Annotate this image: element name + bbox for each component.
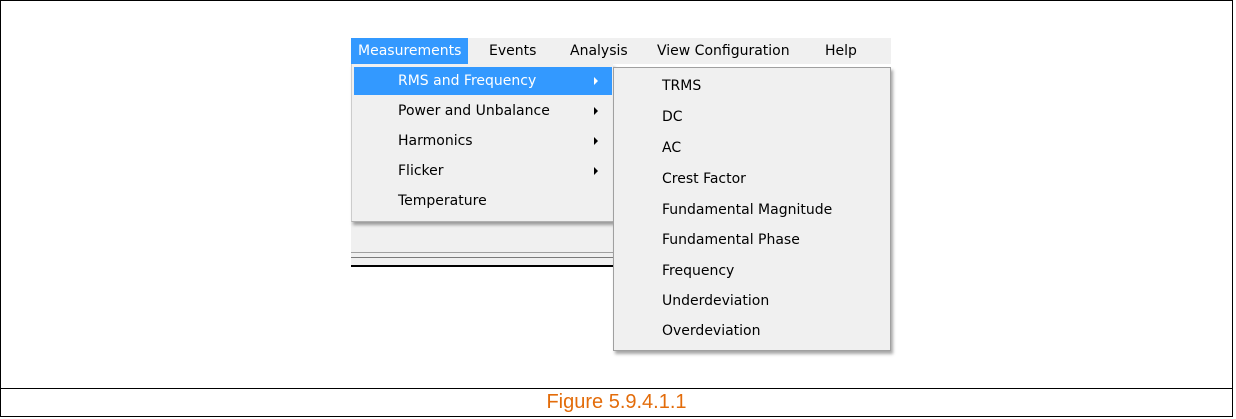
menu-analysis[interactable]: Analysis [563,38,635,64]
submenu-item-dc[interactable]: DC [614,102,890,132]
figure-caption: Figure 5.9.4.1.1 [546,391,687,413]
submenu-item-fundamental-magnitude[interactable]: Fundamental Magnitude [614,195,890,225]
menu-item-power-and-unbalance[interactable]: Power and Unbalance [354,97,612,125]
menu-item-label: Flicker [398,163,444,179]
menu-measurements[interactable]: Measurements [351,38,469,64]
measurements-dropdown: RMS and Frequency Power and Unbalance Ha… [351,64,613,222]
submenu-arrow-icon [594,77,598,85]
menu-item-label: Power and Unbalance [398,103,550,119]
menu-bar: Measurements Events Analysis View Config… [351,38,891,64]
menu-help[interactable]: Help [818,38,864,64]
menu-view-configuration[interactable]: View Configuration [650,38,797,64]
menu-item-flicker[interactable]: Flicker [354,157,612,185]
submenu-item-trms[interactable]: TRMS [614,71,890,101]
submenu-item-ac[interactable]: AC [614,133,890,163]
submenu-item-overdeviation[interactable]: Overdeviation [614,316,890,346]
menu-item-rms-and-frequency[interactable]: RMS and Frequency [354,67,612,95]
menu-item-label: RMS and Frequency [398,73,537,89]
menu-item-label: Harmonics [398,133,473,149]
submenu-arrow-icon [594,167,598,175]
menu-events[interactable]: Events [482,38,543,64]
menu-item-label: Temperature [398,193,487,209]
submenu-arrow-icon [594,137,598,145]
menu-item-harmonics[interactable]: Harmonics [354,127,612,155]
window-separator-strip [351,253,613,267]
submenu-arrow-icon [594,107,598,115]
submenu-item-crest-factor[interactable]: Crest Factor [614,164,890,194]
menu-item-temperature[interactable]: Temperature [354,187,612,215]
rms-and-frequency-submenu: TRMS DC AC Crest Factor Fundamental Magn… [613,67,891,351]
submenu-item-fundamental-phase[interactable]: Fundamental Phase [614,225,890,255]
submenu-item-frequency[interactable]: Frequency [614,256,890,286]
submenu-item-underdeviation[interactable]: Underdeviation [614,286,890,316]
window-toolbar-strip [351,221,613,253]
